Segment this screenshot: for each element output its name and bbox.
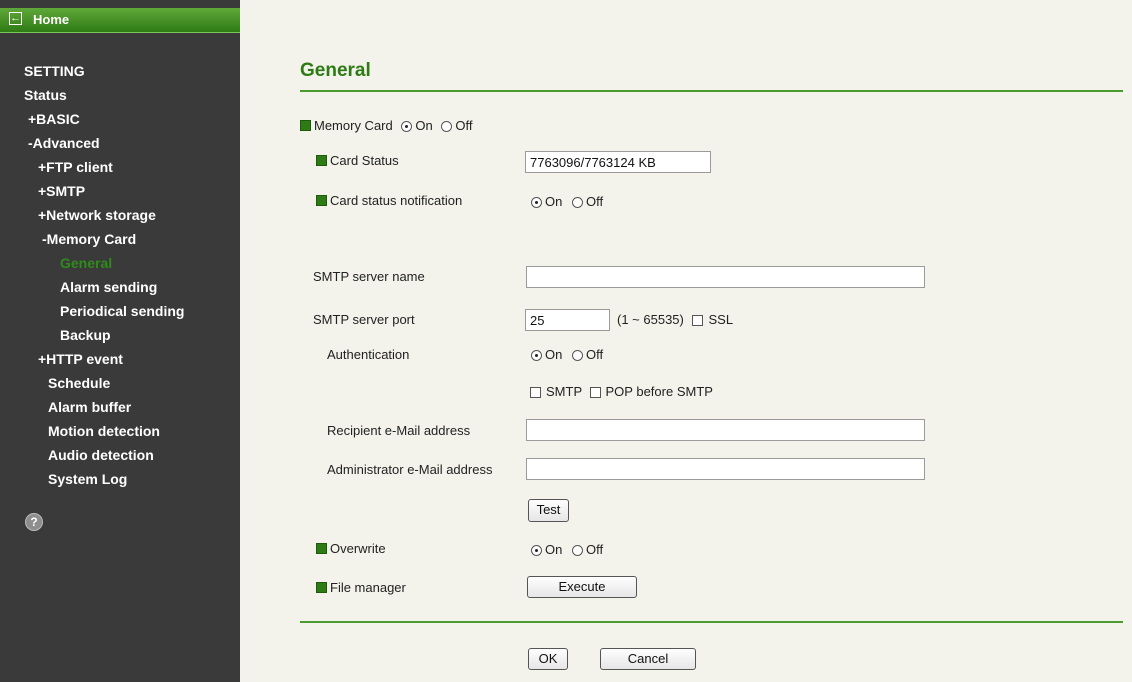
bottom-divider [300, 621, 1123, 623]
smtp-server-port-label: SMTP server port [313, 312, 415, 327]
sidebar-item-backup[interactable]: Backup [60, 327, 111, 343]
cancel-button[interactable]: Cancel [600, 648, 696, 670]
sidebar-item-memory-card[interactable]: -Memory Card [42, 231, 136, 247]
sidebar-item-system-log[interactable]: System Log [48, 471, 127, 487]
sidebar-heading-setting: SETTING [24, 63, 85, 79]
smtp-port-range-text: (1 ~ 65535) [617, 312, 684, 327]
sidebar-item-status[interactable]: Status [24, 87, 67, 103]
smtp-server-name-field[interactable] [526, 266, 925, 288]
overwrite-off-option[interactable]: Off [571, 542, 603, 557]
authentication-on-radio[interactable] [531, 350, 542, 361]
memory-card-off-option[interactable]: Off [441, 118, 472, 133]
smtp-auth-option[interactable]: SMTP [530, 384, 582, 399]
sidebar-item-network-storage[interactable]: +Network storage [38, 207, 156, 223]
back-arrow-icon: ← [9, 12, 22, 25]
home-label: Home [33, 12, 70, 27]
overwrite-label: Overwrite [330, 541, 386, 556]
memory-card-on-option[interactable]: On [401, 118, 433, 133]
authentication-off-radio[interactable] [571, 350, 583, 361]
help-icon[interactable]: ? [25, 513, 43, 531]
bullet-square-icon [316, 155, 327, 166]
smtp-auth-checkbox[interactable] [530, 387, 541, 398]
main-panel: General Memory Card On Off Card Status C… [240, 0, 1132, 682]
bullet-square-icon [316, 582, 327, 593]
overwrite-options: On Off [531, 542, 609, 558]
memory-card-label: Memory Card [314, 118, 393, 133]
authentication-off-option[interactable]: Off [571, 347, 603, 362]
sidebar-item-advanced[interactable]: -Advanced [28, 135, 100, 151]
card-status-label: Card Status [330, 153, 399, 168]
auth-method-row: SMTP POP before SMTP [530, 384, 713, 400]
ok-button[interactable]: OK [528, 648, 568, 670]
card-notify-row: Card status notification [316, 193, 462, 209]
card-notify-on-radio[interactable] [531, 197, 542, 208]
execute-button[interactable]: Execute [527, 576, 637, 598]
recipient-email-field[interactable] [526, 419, 925, 441]
sidebar-item-general[interactable]: General [60, 255, 112, 271]
smtp-port-range-row: (1 ~ 65535) SSL [617, 312, 733, 328]
card-notify-off-radio[interactable] [571, 197, 583, 208]
card-notify-options: On Off [531, 194, 609, 210]
sidebar: ← Home SETTING Status +BASIC -Advanced +… [0, 0, 240, 682]
memory-card-row: Memory Card On Off [300, 118, 472, 134]
sidebar-item-smtp[interactable]: +SMTP [38, 183, 85, 199]
memory-card-on-radio[interactable] [401, 121, 413, 132]
pop-before-smtp-checkbox[interactable] [589, 387, 601, 398]
administrator-email-label: Administrator e-Mail address [327, 462, 493, 477]
authentication-options: On Off [531, 347, 609, 363]
overwrite-on-option[interactable]: On [531, 542, 562, 557]
overwrite-row: Overwrite [316, 541, 386, 557]
overwrite-off-radio[interactable] [571, 545, 583, 556]
home-link[interactable]: ← Home [0, 8, 240, 33]
card-notify-label: Card status notification [330, 193, 463, 208]
recipient-email-label: Recipient e-Mail address [327, 423, 471, 438]
sidebar-item-schedule[interactable]: Schedule [48, 375, 110, 391]
smtp-server-name-label: SMTP server name [313, 269, 425, 284]
sidebar-item-basic[interactable]: +BASIC [28, 111, 80, 127]
bullet-square-icon [300, 120, 311, 131]
ssl-option[interactable]: SSL [692, 312, 733, 327]
sidebar-item-audio-detection[interactable]: Audio detection [48, 447, 154, 463]
card-notify-on-option[interactable]: On [531, 194, 562, 209]
sidebar-item-periodical-sending[interactable]: Periodical sending [60, 303, 184, 319]
ssl-checkbox[interactable] [692, 315, 704, 326]
card-notify-off-option[interactable]: Off [571, 194, 603, 209]
sidebar-item-http-event[interactable]: +HTTP event [38, 351, 123, 367]
authentication-on-option[interactable]: On [531, 347, 562, 362]
sidebar-item-ftp-client[interactable]: +FTP client [38, 159, 113, 175]
pop-before-smtp-option[interactable]: POP before SMTP [589, 384, 713, 399]
sidebar-item-motion-detection[interactable]: Motion detection [48, 423, 160, 439]
card-status-field[interactable] [525, 151, 711, 173]
overwrite-on-radio[interactable] [531, 545, 542, 556]
sidebar-item-alarm-buffer[interactable]: Alarm buffer [48, 399, 131, 415]
test-button[interactable]: Test [528, 499, 569, 522]
memory-card-off-radio[interactable] [441, 121, 453, 132]
file-manager-row: File manager [316, 580, 406, 596]
page-title: General [300, 60, 371, 81]
title-divider [300, 90, 1123, 92]
authentication-label: Authentication [327, 347, 410, 362]
card-status-row: Card Status [316, 153, 399, 169]
bullet-square-icon [316, 195, 327, 206]
file-manager-label: File manager [330, 580, 406, 595]
smtp-server-port-field[interactable] [525, 309, 610, 331]
administrator-email-field[interactable] [526, 458, 925, 480]
bullet-square-icon [316, 543, 327, 554]
sidebar-item-alarm-sending[interactable]: Alarm sending [60, 279, 157, 295]
